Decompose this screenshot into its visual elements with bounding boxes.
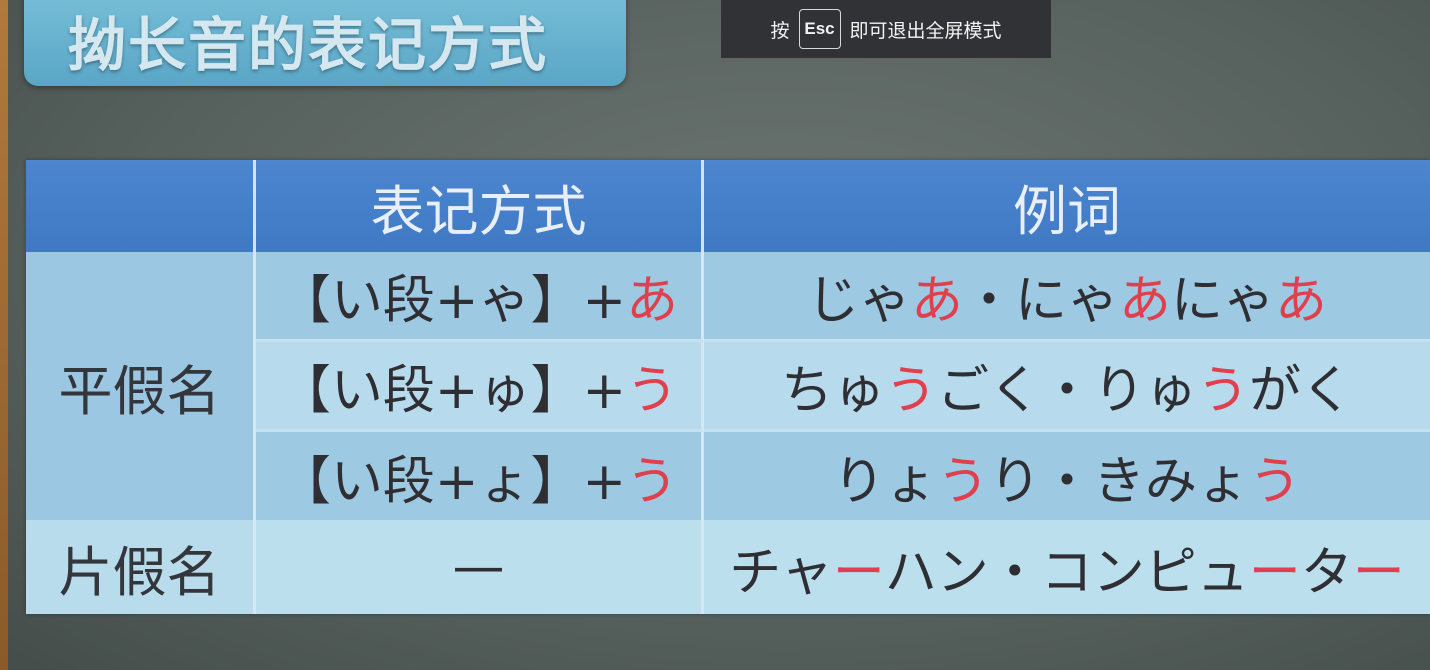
kana-text: — bbox=[452, 537, 505, 597]
kana-text: 【い段+ゃ】+ bbox=[278, 271, 627, 331]
kana-text: タ bbox=[1300, 542, 1353, 603]
highlight-kana: ー bbox=[1352, 542, 1405, 603]
row1-notation: 【い段+ゃ】+ あ bbox=[256, 252, 704, 342]
kana-text: り・きみょ bbox=[989, 451, 1250, 512]
kana-text: ・にゃ bbox=[962, 271, 1119, 331]
long-sound-table: 表记方式 例词 平假名 片假名 【い段+ゃ】+ あ じゃあ・にゃあにゃあ 【い段+… bbox=[26, 160, 1430, 614]
header-examples: 例词 bbox=[704, 160, 1430, 252]
row3-example: りょうり・きみょう bbox=[704, 432, 1430, 520]
row1-example: じゃあ・にゃあにゃあ bbox=[704, 252, 1430, 342]
kana-text: ごく・りゅ bbox=[936, 361, 1197, 421]
group-label-katakana: 片假名 bbox=[26, 520, 256, 614]
highlight-kana: あ bbox=[910, 271, 963, 331]
highlight-kana: う bbox=[626, 451, 679, 512]
fullscreen-exit-notice: 按 Esc 即可退出全屏模式 bbox=[721, 0, 1051, 58]
kana-text: ハン・コンピュ bbox=[884, 542, 1249, 603]
highlight-kana: あ bbox=[626, 271, 679, 331]
kana-text: りょ bbox=[832, 451, 937, 512]
highlight-kana: あ bbox=[1119, 271, 1172, 331]
highlight-kana: う bbox=[1197, 361, 1250, 421]
title-banner: 拗长音的表记方式 bbox=[24, 0, 626, 86]
esc-notice-prefix: 按 bbox=[770, 20, 790, 42]
row4-example: チャーハン・コンピューター bbox=[704, 520, 1430, 614]
kana-text: 【い段+ゅ】+ bbox=[278, 361, 627, 421]
highlight-kana: う bbox=[1249, 451, 1302, 512]
kana-text: がく bbox=[1249, 361, 1354, 421]
row2-example: ちゅうごく・りゅうがく bbox=[704, 342, 1430, 432]
row4-notation: — bbox=[256, 520, 704, 614]
highlight-kana: ー bbox=[1248, 542, 1301, 603]
header-corner bbox=[26, 160, 256, 252]
kana-text: 【い段+ょ】+ bbox=[278, 451, 627, 512]
highlight-kana: う bbox=[626, 361, 679, 421]
highlight-kana: う bbox=[936, 451, 989, 512]
group-label-hiragana: 平假名 bbox=[26, 252, 256, 520]
kana-text: チャ bbox=[729, 542, 833, 603]
esc-notice-suffix: 即可退出全屏模式 bbox=[849, 20, 1002, 42]
row3-notation: 【い段+ょ】+ う bbox=[256, 432, 704, 520]
highlight-kana: ー bbox=[832, 542, 885, 603]
page-title: 拗长音的表记方式 bbox=[68, 11, 549, 79]
header-notation: 表记方式 bbox=[256, 160, 704, 252]
kana-text: にゃ bbox=[1171, 271, 1276, 331]
left-frame-strip bbox=[0, 0, 8, 670]
highlight-kana: あ bbox=[1275, 271, 1328, 331]
highlight-kana: う bbox=[884, 361, 937, 421]
kana-text: ちゅ bbox=[780, 361, 885, 421]
esc-key-badge: Esc bbox=[798, 9, 841, 49]
kana-text: じゃ bbox=[806, 271, 911, 331]
row2-notation: 【い段+ゅ】+ う bbox=[256, 342, 704, 432]
